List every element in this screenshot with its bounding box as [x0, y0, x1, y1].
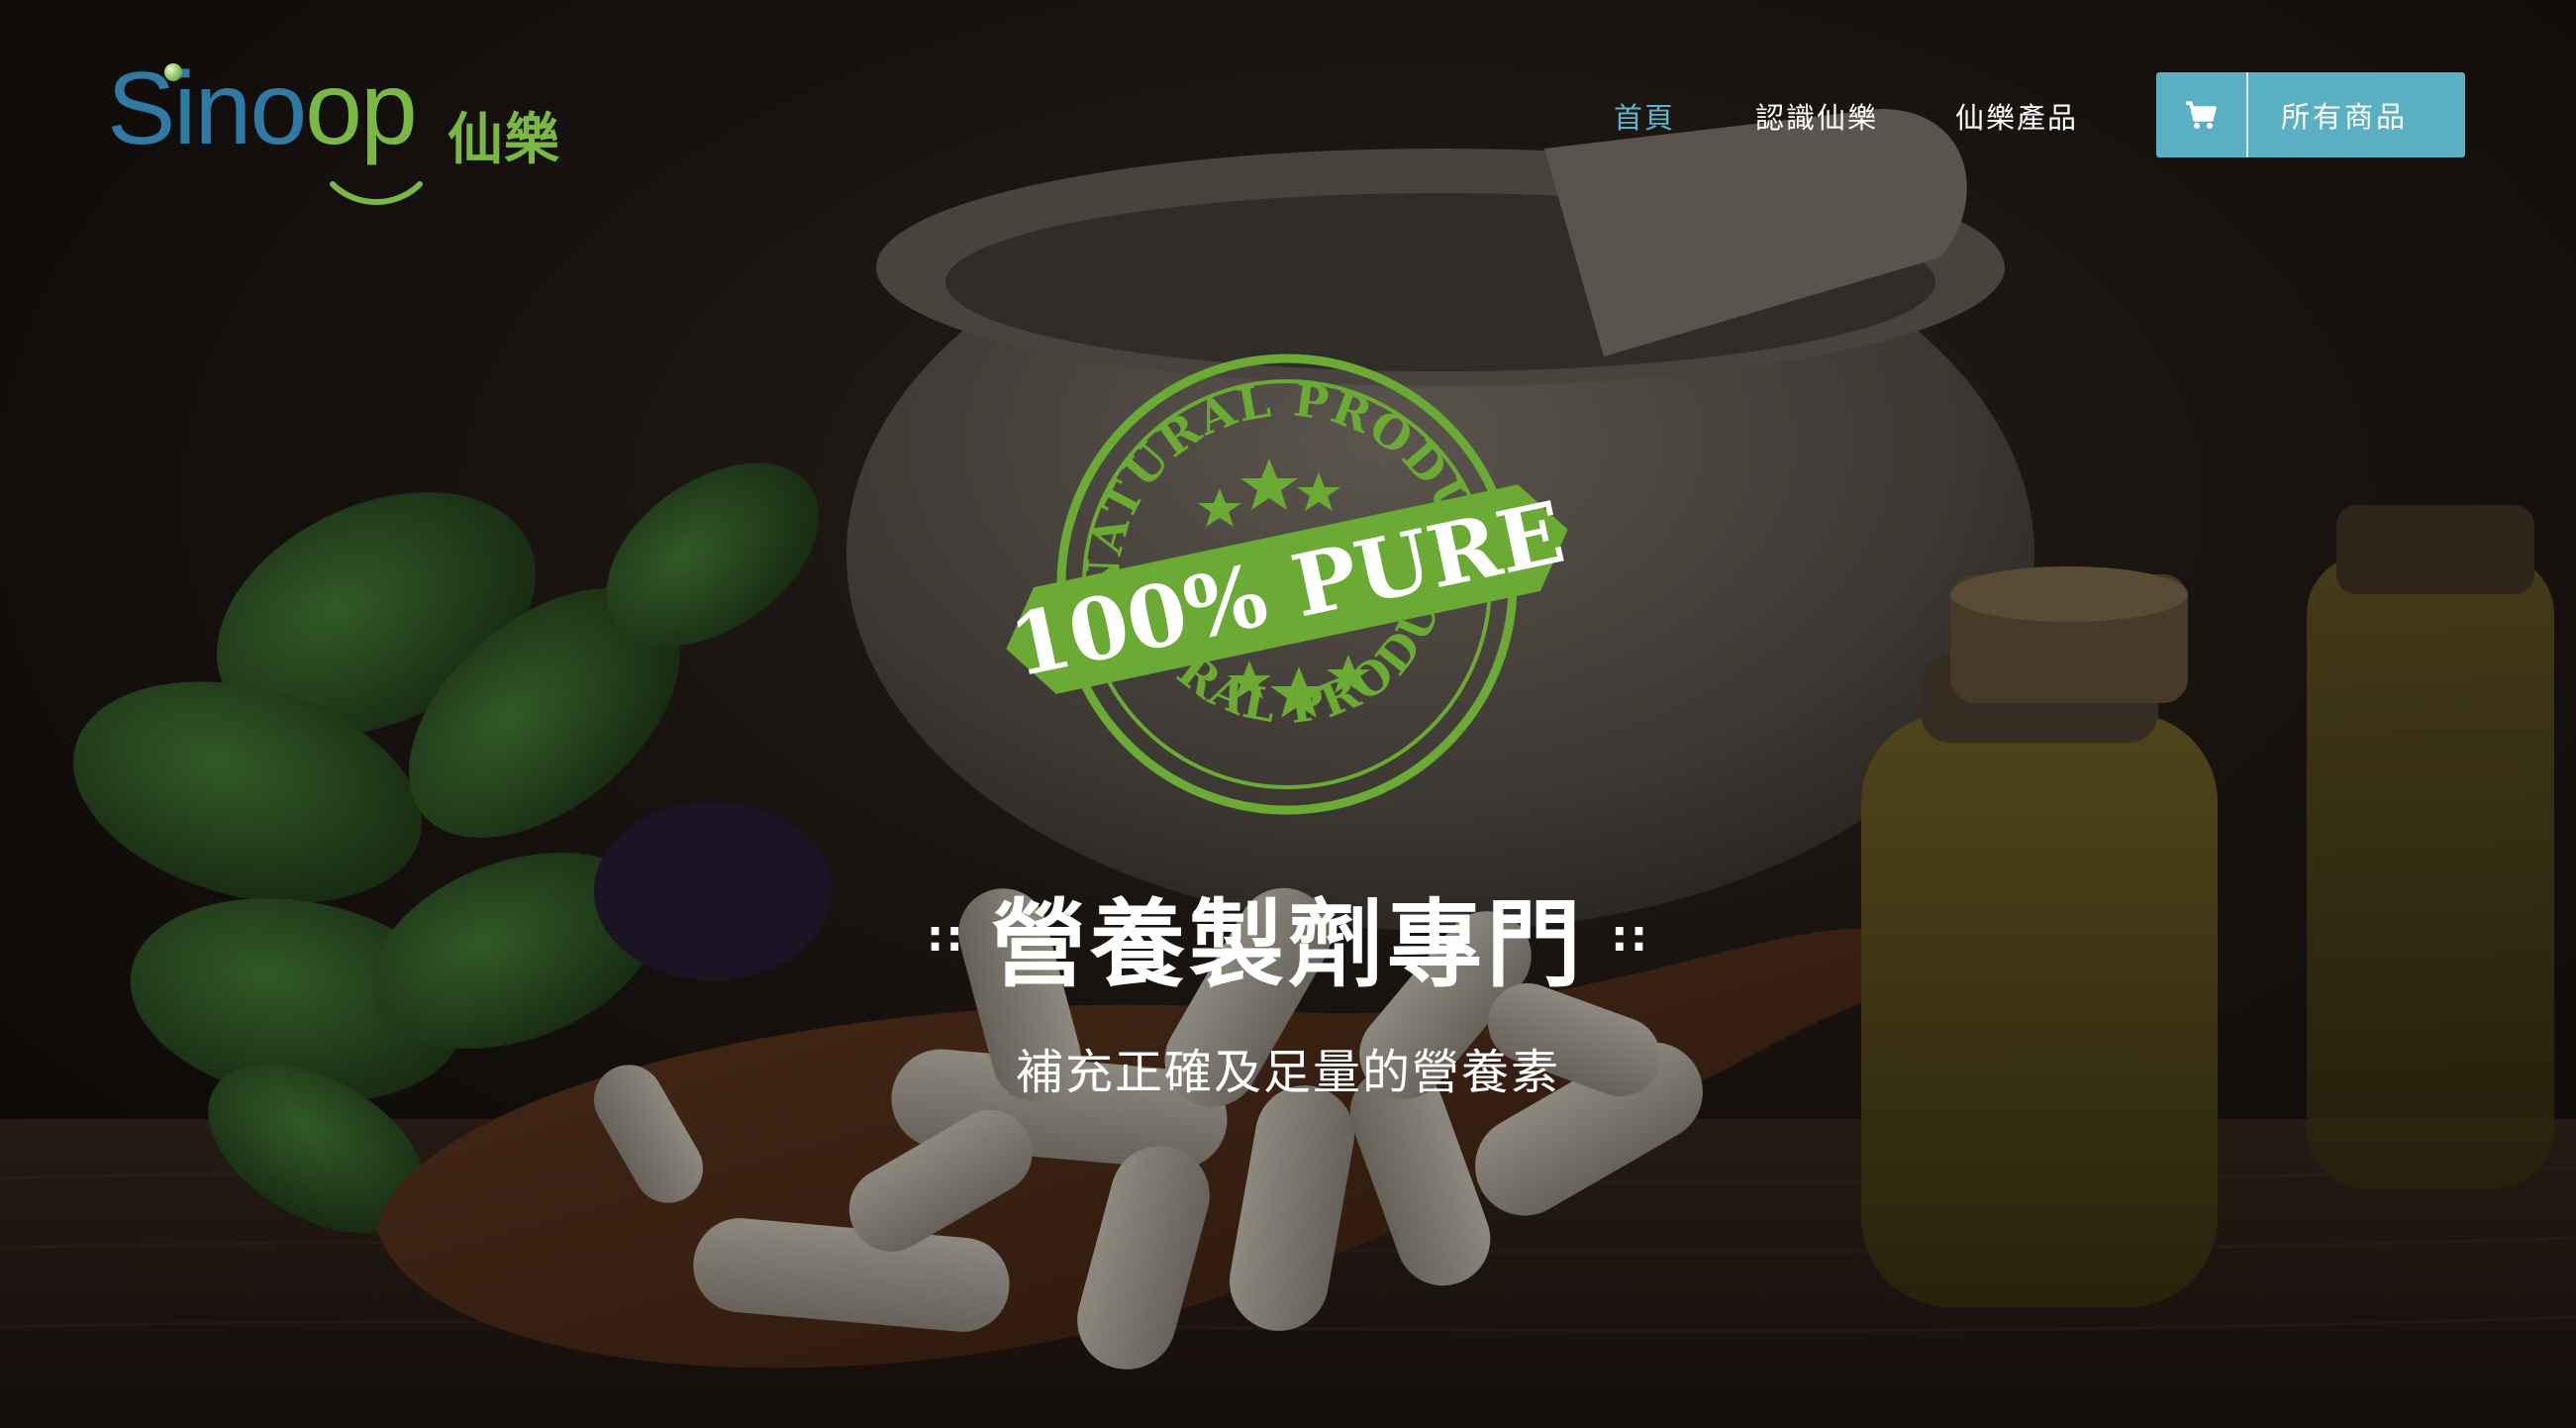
brand-logo[interactable]: Sinoop 仙樂	[107, 57, 572, 216]
stamp-banner: 100% PURE	[1002, 482, 1572, 697]
logo-prefix: Sino	[107, 51, 307, 166]
headline-decor-right: ::	[1611, 911, 1650, 962]
nav-products[interactable]: 仙樂產品	[1955, 95, 2078, 137]
nav-home[interactable]: 首頁	[1614, 95, 1675, 137]
logo-cjk-text: 仙樂	[447, 108, 560, 172]
headline-decor-left: ::	[926, 911, 965, 962]
logo-smile-icon	[330, 181, 423, 205]
stamp-banner-text: 100% PURE	[1002, 482, 1572, 697]
nav-about[interactable]: 認識仙樂	[1755, 95, 1878, 137]
logo-wordmark: Sinoop	[107, 57, 418, 160]
hero-headline: :: 營養製劑專門::	[0, 867, 2576, 1005]
button-divider	[2246, 72, 2248, 157]
all-products-button[interactable]: 所有商品	[2156, 72, 2465, 157]
logo-suffix: op	[305, 51, 418, 166]
logo-dot-icon	[164, 63, 182, 81]
hero-subtitle: 補充正確及足量的營養素	[1015, 1045, 1560, 1100]
shopping-cart-icon	[2186, 101, 2217, 129]
hero-section: Sinoop 仙樂 首頁 認識仙樂 仙樂產品 所有商品 ATURAL PROD …	[0, 0, 2576, 1428]
natural-product-stamp: NATURAL PRODUCT NATURAL PRODUCT 100% PUR…	[990, 342, 1572, 815]
site-header: Sinoop 仙樂 首頁 認識仙樂 仙樂產品 所有商品	[0, 0, 2576, 228]
all-products-label: 所有商品	[2281, 100, 2409, 134]
hero-title: 營養製劑專門	[991, 889, 1585, 1000]
